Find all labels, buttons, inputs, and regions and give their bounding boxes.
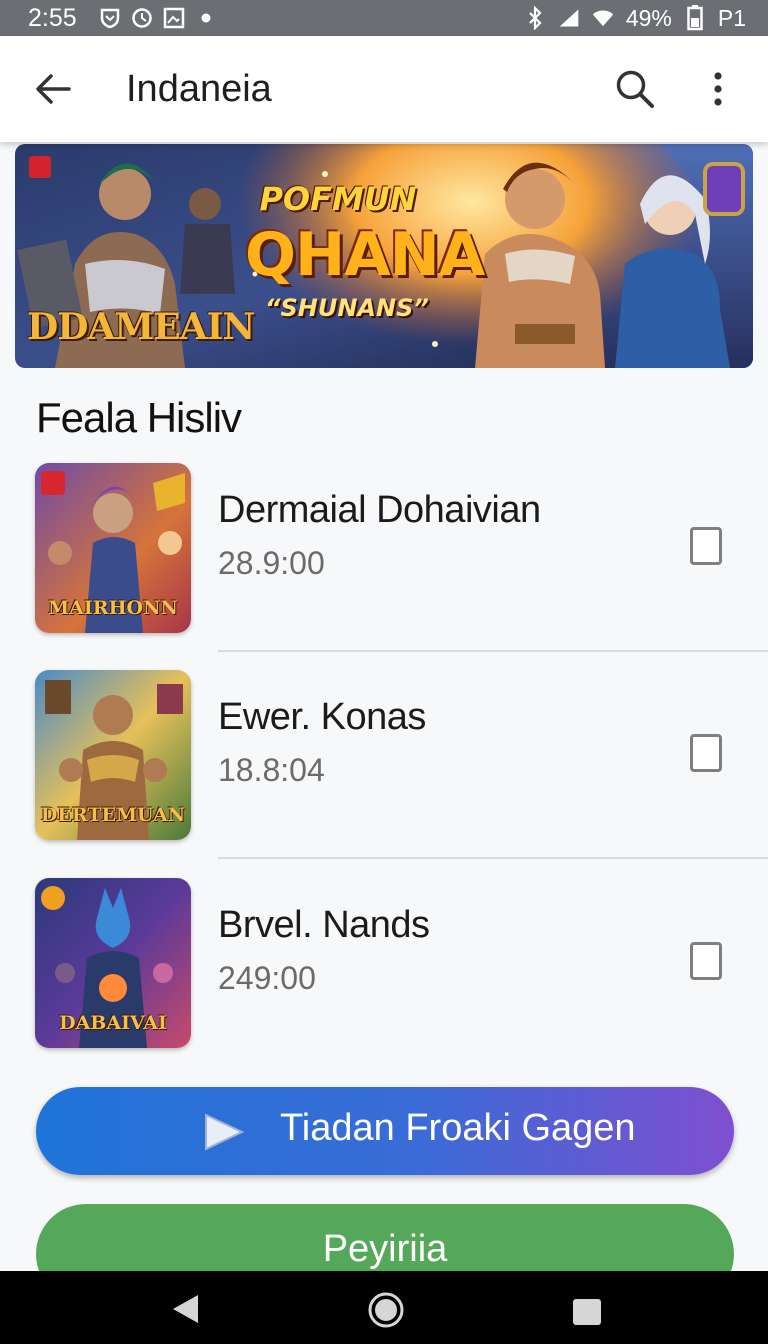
nav-back-icon[interactable] [170, 1293, 200, 1325]
nav-home-icon[interactable] [367, 1291, 405, 1329]
bluetooth-icon [524, 6, 546, 30]
item-checkbox[interactable] [690, 734, 722, 772]
game-thumbnail: DERTEMUAN [35, 670, 191, 840]
status-left: 2:55 [28, 4, 217, 33]
shield-icon [99, 7, 121, 29]
thumbnail-badge [41, 886, 65, 910]
item-time: 18.8:04 [218, 752, 325, 788]
play-button-label: Tiadan Froaki Gagen [280, 1107, 636, 1149]
system-nav-bar [0, 1271, 768, 1344]
list-item[interactable]: DABAIVAI Brvel. Nands 249:00 [0, 878, 768, 1068]
secondary-button-label: Peyiriia [322, 1228, 448, 1270]
dot-icon [195, 7, 217, 29]
banner-title-top: POFMUN [259, 180, 417, 218]
carrier-label: P1 [717, 4, 746, 31]
overflow-menu-button[interactable] [700, 66, 736, 112]
search-button[interactable] [610, 66, 660, 112]
page-title: Indaneia [126, 68, 272, 110]
nav-recents-icon[interactable] [572, 1298, 602, 1326]
more-vert-icon [714, 72, 722, 106]
clock-icon [131, 7, 153, 29]
list-divider [218, 650, 768, 652]
status-time: 2:55 [28, 3, 77, 32]
thumbnail-title: MAIRHONN [48, 597, 178, 619]
banner-badge [29, 156, 51, 178]
thumbnail-title: DERTEMUAN [40, 804, 186, 826]
thumbnail-badge [41, 471, 65, 495]
image-icon [163, 7, 185, 29]
cell-signal-icon [558, 7, 580, 29]
item-title: Brvel. Nands [218, 904, 430, 946]
item-checkbox[interactable] [690, 942, 722, 980]
thumbnail-title: DABAIVAI [59, 1012, 167, 1034]
game-thumbnail: DABAIVAI [35, 878, 191, 1048]
banner-logo-text: DDAMEAIN [27, 306, 255, 348]
game-thumbnail: MAIRHONN [35, 463, 191, 633]
play-button[interactable]: Tiadan Froaki Gagen [36, 1087, 734, 1175]
battery-icon [684, 5, 706, 31]
item-time: 28.9:00 [218, 545, 325, 581]
banner-subtitle: “SHUNANS” [265, 294, 429, 322]
battery-percent: 49% [625, 4, 672, 31]
list-divider [218, 857, 768, 859]
arrow-left-icon [36, 74, 71, 104]
promo-banner[interactable]: POFMUN QHANA “SHUNANS” DDAMEAIN [15, 144, 753, 368]
search-icon [616, 70, 654, 108]
section-heading: Feala Hisliv [36, 394, 242, 441]
play-icon [205, 1113, 245, 1151]
item-time: 249:00 [218, 960, 316, 996]
app-bar: Indaneia [0, 36, 768, 142]
list-item[interactable]: DERTEMUAN Ewer. Konas 18.8:04 [0, 670, 768, 860]
wifi-icon [592, 7, 614, 29]
back-button[interactable] [30, 66, 76, 112]
item-checkbox[interactable] [690, 527, 722, 565]
item-title: Ewer. Konas [218, 696, 426, 738]
item-title: Dermaial Dohaivian [218, 489, 541, 531]
banner-title-main: QHANA [245, 220, 485, 290]
status-bar: 2:55 49% P1 [0, 0, 768, 36]
status-right: 49% P1 [524, 5, 746, 32]
list-item[interactable]: MAIRHONN Dermaial Dohaivian 28.9:00 [0, 463, 768, 653]
